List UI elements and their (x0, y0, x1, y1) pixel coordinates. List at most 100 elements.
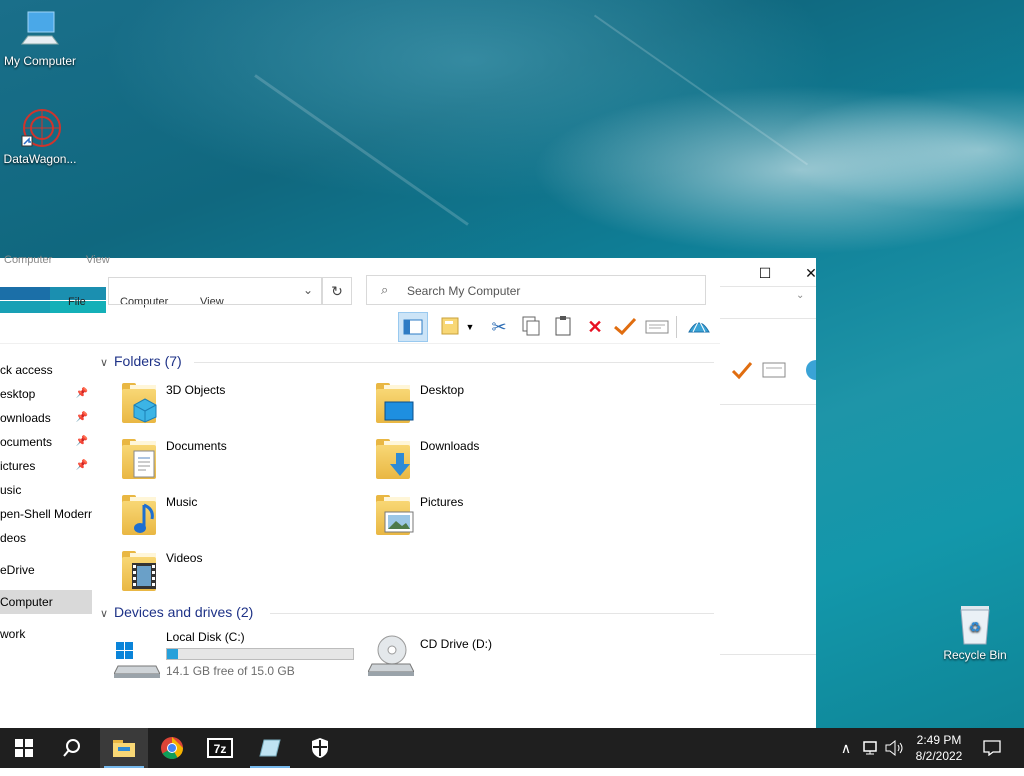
clock[interactable]: 2:49 PM 8/2/2022 (904, 732, 974, 764)
divider (720, 286, 816, 287)
back-maximize-button[interactable]: ☐ (742, 258, 788, 288)
folder-item-videos[interactable]: Videos (100, 549, 340, 599)
nav-item-onedrive[interactable]: eDrive (0, 558, 92, 582)
rename-button[interactable] (610, 312, 640, 342)
open-shell-button[interactable] (684, 312, 714, 342)
taskbar-security[interactable] (296, 728, 344, 768)
folder-name: Documents (166, 439, 227, 453)
windows-logo-icon (15, 739, 33, 757)
navigation-pane-button[interactable] (398, 312, 428, 342)
search-box[interactable]: ⌕ Search My Computer (366, 275, 706, 305)
desktop-icon-label: DataWagon... (3, 152, 77, 166)
layout-icon (441, 317, 459, 335)
shell-icon (688, 318, 710, 333)
search-button[interactable] (48, 728, 96, 768)
scissors-icon: ✂ (491, 317, 507, 337)
chevron-down-icon[interactable]: ⌄ (796, 290, 804, 301)
datawagon-icon (18, 106, 62, 150)
notification-icon (983, 740, 1001, 757)
nav-item-music[interactable]: usic (0, 478, 92, 502)
nav-item-network[interactable]: work (0, 622, 92, 646)
properties-button[interactable] (642, 312, 672, 342)
folder-name: Desktop (420, 383, 465, 397)
notepad-icon (259, 739, 281, 757)
taskbar-7zip[interactable]: 7z (196, 728, 244, 768)
nav-item-my-computer[interactable]: Computer (0, 590, 92, 614)
pane-icon (403, 319, 423, 335)
desktop-icon-label: My Computer (3, 54, 77, 68)
7zip-icon: 7z (207, 738, 233, 758)
chevron-up-icon: ∧ (840, 740, 852, 756)
chevron-down-icon[interactable]: ⌄ (303, 283, 313, 297)
tab-file[interactable]: File (0, 287, 106, 313)
copy-button[interactable] (516, 312, 546, 342)
tab-file-label: File (68, 296, 86, 308)
folder-item-desktop[interactable]: Desktop (354, 381, 594, 431)
layout-dropdown[interactable]: ▼ (462, 312, 478, 342)
pictures-icon (374, 493, 414, 537)
desktop-icon-my-computer[interactable]: My Computer (0, 8, 80, 68)
nav-item-pictures[interactable]: ictures 📌 (0, 454, 92, 478)
nav-item-open-shell[interactable]: pen-Shell Modern (0, 502, 92, 526)
back-tab-computer[interactable]: Computer (4, 254, 52, 266)
shell-icon[interactable] (800, 358, 826, 382)
folder-item-documents[interactable]: Documents (100, 437, 340, 487)
folder-name: Pictures (420, 495, 464, 509)
refresh-button[interactable]: ↻ (322, 277, 352, 305)
folder-name: Music (166, 495, 198, 509)
cut-button[interactable]: ✂ (484, 312, 514, 342)
start-button[interactable] (0, 728, 48, 768)
nav-item-videos[interactable]: deos (0, 526, 92, 550)
nav-item-desktop[interactable]: esktop 📌 (0, 382, 92, 406)
drive-item-cd-drive[interactable]: CD Drive (D:) (354, 630, 574, 682)
show-hidden-icons[interactable]: ∧ (836, 728, 856, 768)
taskbar-file-explorer[interactable] (100, 728, 148, 768)
section-divider (194, 362, 714, 363)
back-close-button[interactable]: ✕ (788, 258, 834, 288)
volume-tray[interactable] (884, 728, 906, 768)
folder-item-downloads[interactable]: Downloads (354, 437, 594, 487)
shield-icon (312, 738, 328, 758)
taskbar-app[interactable] (246, 728, 294, 768)
mail-icon[interactable] (762, 362, 786, 378)
clock-date: 8/2/2022 (915, 749, 963, 763)
paste-button[interactable] (548, 312, 578, 342)
3d-objects-icon (120, 381, 158, 425)
clock-time: 2:49 PM (916, 733, 962, 747)
nav-item-downloads[interactable]: ownloads 📌 (0, 406, 92, 430)
toolbar-separator (676, 316, 677, 338)
search-input[interactable]: Search My Computer (407, 284, 520, 298)
folder-item-3d-objects[interactable]: 3D Objects (100, 381, 340, 431)
back-tab-view[interactable]: View (86, 254, 110, 266)
taskbar-chrome[interactable] (148, 728, 196, 768)
taskbar: 7z ∧ 2:49 PM 8/2/2022 (0, 728, 1024, 768)
check-icon (614, 317, 637, 336)
folders-heading: Folders (7) (114, 353, 182, 369)
videos-icon (120, 549, 158, 593)
network-tray[interactable] (860, 728, 882, 768)
delete-button[interactable]: ✕ (580, 312, 610, 342)
folders-section-header[interactable]: ∨ Folders (7) (100, 353, 182, 369)
paste-icon (555, 316, 571, 336)
nav-item-label: work (0, 627, 26, 641)
chevron-down-icon: ∨ (100, 608, 109, 620)
desktop-icon-recycle-bin[interactable]: ♻ Recycle Bin (935, 602, 1015, 662)
pin-icon: 📌 (75, 436, 88, 447)
drives-section-header[interactable]: ∨ Devices and drives (2) (100, 604, 253, 620)
folder-item-pictures[interactable]: Pictures (354, 493, 594, 543)
divider (720, 654, 816, 655)
maximize-icon: ☐ (758, 265, 772, 281)
check-icon[interactable] (730, 358, 754, 382)
nav-item-label: eDrive (0, 563, 35, 577)
desktop-icon-datawagon[interactable]: DataWagon... (0, 106, 80, 166)
drive-item-local-disk[interactable]: Local Disk (C:) 14.1 GB free of 15.0 GB (100, 630, 360, 682)
pin-icon: 📌 (75, 388, 88, 399)
chrome-icon (161, 737, 183, 759)
folder-name: 3D Objects (166, 383, 226, 397)
address-bar[interactable]: ⌄ (108, 277, 322, 305)
explorer-window[interactable]: File Computer View ⌄ ↻ ⌕ Search My Compu… (0, 267, 720, 728)
nav-item-documents[interactable]: ocuments 📌 (0, 430, 92, 454)
action-center-button[interactable] (978, 728, 1006, 768)
folder-item-music[interactable]: Music (100, 493, 340, 543)
nav-item-quick-access[interactable]: ck access (0, 358, 92, 382)
